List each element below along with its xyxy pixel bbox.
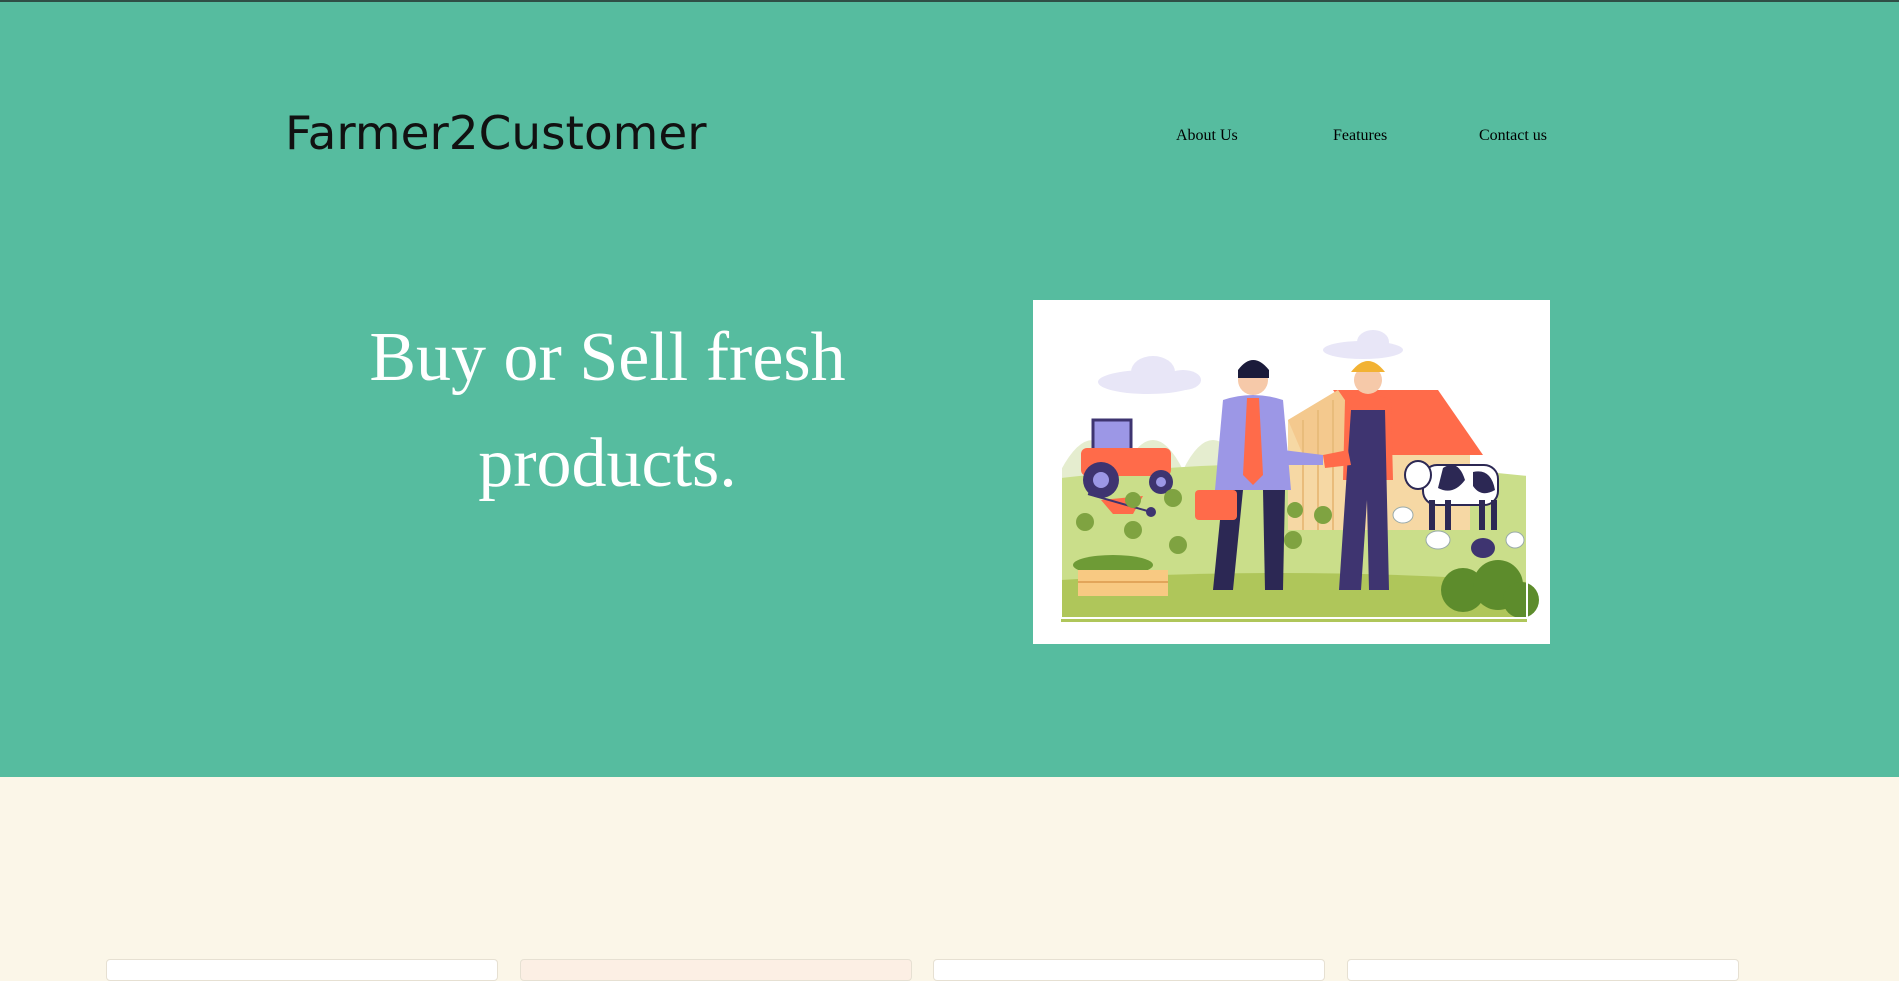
- farmer-customer-handshake-illustration: [1060, 327, 1539, 622]
- nav-features[interactable]: Features: [1333, 127, 1387, 145]
- feature-card[interactable]: [520, 959, 912, 981]
- brand-logo[interactable]: Farmer2Customer: [285, 110, 707, 156]
- nav-contact-us[interactable]: Contact us: [1479, 127, 1547, 145]
- nav-about-us[interactable]: About Us: [1176, 127, 1238, 145]
- feature-card[interactable]: [106, 959, 498, 981]
- hero-illustration: [1033, 300, 1550, 644]
- feature-cards-row: [0, 959, 1899, 981]
- feature-card[interactable]: [933, 959, 1325, 981]
- hero-headline: Buy or Sell fresh products.: [369, 319, 846, 502]
- feature-card[interactable]: [1347, 959, 1739, 981]
